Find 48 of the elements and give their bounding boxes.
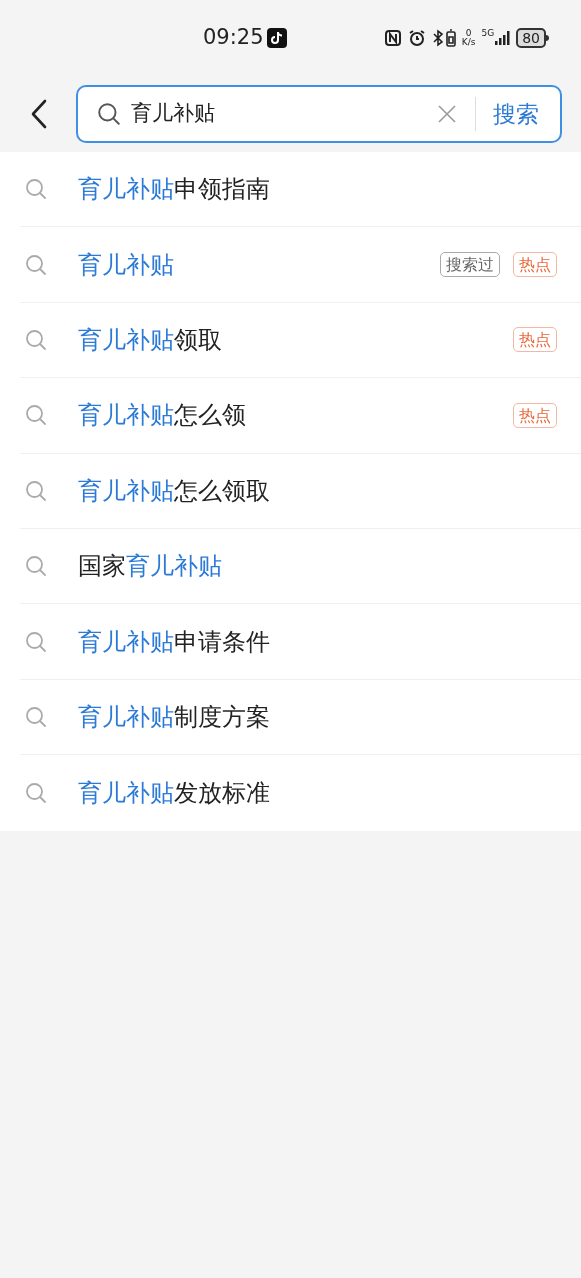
search-icon [24, 252, 48, 277]
suggestion-item[interactable]: 育儿补贴怎么领取 [20, 453, 581, 529]
search-bar[interactable]: 育儿补贴 搜索 [76, 85, 562, 143]
search-icon [24, 327, 48, 352]
suggestion-item[interactable]: 育儿补贴申请条件 [20, 604, 581, 680]
suggestion-item[interactable]: 育儿补贴申领指南 [20, 152, 581, 228]
nfc-icon [383, 29, 402, 47]
search-input-text: 育儿补贴 [131, 100, 216, 128]
close-icon [438, 105, 456, 123]
suggestion-text: 育儿补贴怎么领 [78, 400, 247, 432]
suggestion-text: 育儿补贴制度方案 [78, 701, 271, 733]
signal-icon [494, 30, 511, 46]
suggestion-text: 育儿补贴 [78, 249, 175, 281]
suggestion-item[interactable]: 育儿补贴领取 热点 [20, 302, 581, 379]
search-icon [24, 629, 48, 654]
suggestion-text: 育儿补贴领取 [78, 324, 223, 356]
suggestion-item[interactable]: 育儿补贴 搜索过 热点 [20, 227, 581, 303]
hot-tag: 热点 [513, 327, 557, 353]
bluetooth-icon [431, 29, 444, 47]
clock: 09:25 [203, 24, 264, 52]
searched-tag: 搜索过 [440, 252, 500, 278]
search-icon [96, 101, 122, 127]
hot-tag: 热点 [513, 402, 557, 428]
search-icon [24, 780, 48, 805]
suggestion-item[interactable]: 育儿补贴怎么领 热点 [20, 378, 581, 454]
search-icon [24, 478, 48, 503]
suggestion-item[interactable]: 育儿补贴制度方案 [20, 679, 581, 756]
hot-tag: 热点 [513, 252, 557, 278]
music-app-icon [266, 28, 287, 48]
suggestion-item[interactable]: 国家育儿补贴 [20, 528, 581, 605]
search-icon [24, 554, 48, 579]
net-speed-value: 0 [465, 29, 472, 38]
network-label: 5G [481, 27, 495, 40]
battery-saver-icon [445, 29, 456, 47]
search-icon [24, 177, 48, 202]
alarm-icon [407, 29, 426, 47]
search-button[interactable]: 搜索 [476, 96, 556, 132]
suggestion-text: 育儿补贴申领指南 [78, 174, 271, 206]
suggestion-text: 育儿补贴怎么领取 [78, 475, 271, 507]
search-icon [24, 403, 48, 428]
suggestion-text: 育儿补贴发放标准 [78, 777, 271, 809]
suggestion-text: 育儿补贴申请条件 [78, 626, 271, 658]
search-icon [24, 704, 48, 729]
suggestion-text: 国家育儿补贴 [78, 551, 223, 583]
back-icon [30, 98, 48, 130]
suggestion-item[interactable]: 育儿补贴发放标准 [20, 755, 581, 831]
net-speed-unit: K/s [461, 38, 476, 47]
battery-indicator: 80 [516, 28, 546, 48]
